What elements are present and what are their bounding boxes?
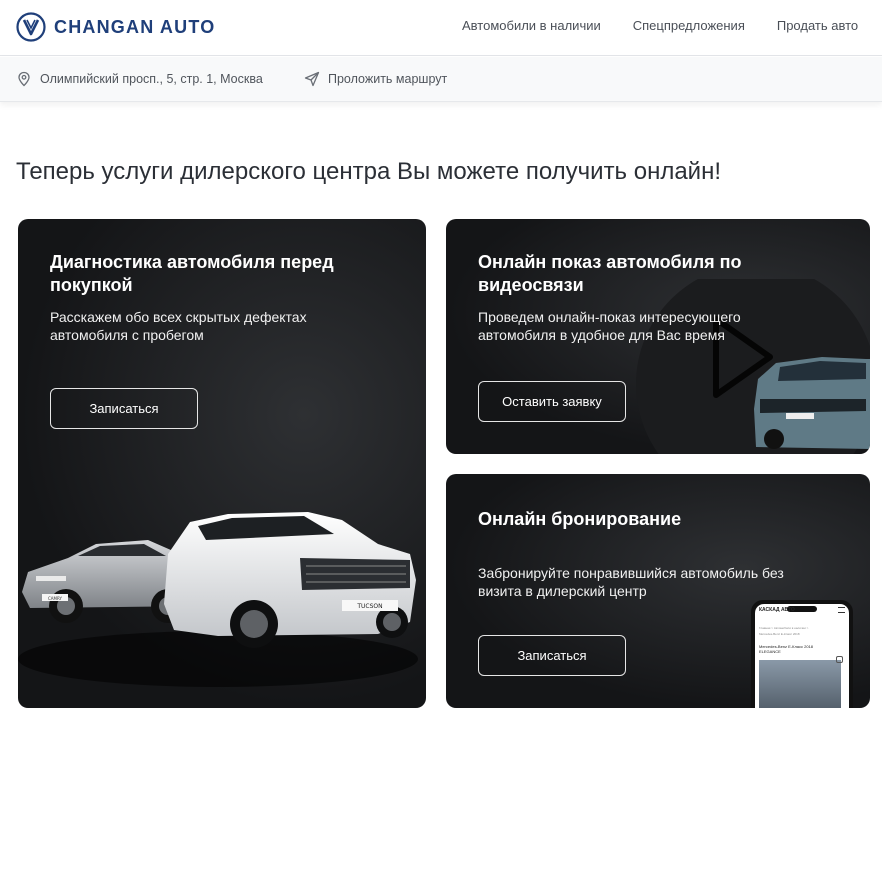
- video-decor: [636, 279, 870, 454]
- site-header: CHANGAN AUTO Автомобили в наличии Спецпр…: [0, 0, 882, 56]
- phone-brand: КАСКАД АВТО: [759, 607, 795, 613]
- signup-button[interactable]: Записаться: [50, 388, 198, 429]
- card-title: Онлайн бронирование: [478, 509, 682, 529]
- play-icon: [836, 656, 843, 663]
- phone-car-photo: [759, 660, 841, 708]
- route-link[interactable]: Проложить маршрут: [304, 71, 447, 87]
- card-online-booking: Онлайн бронирование Забронируйте понрави…: [446, 474, 870, 708]
- location-pin-icon: [18, 71, 30, 87]
- changan-emblem-icon: [16, 12, 46, 42]
- phone-breadcrumb: Главная > Автомобили в наличии >: [759, 626, 809, 630]
- phone-mockup: КАСКАД АВТО Главная > Автомобили в налич…: [751, 600, 853, 708]
- card-video-showcase: Онлайн показ автомобиля по видеосвязи Пр…: [446, 219, 870, 454]
- nav-item-sell-car[interactable]: Продать авто: [777, 18, 858, 33]
- send-arrow-icon: [304, 71, 320, 87]
- route-label: Проложить маршрут: [328, 72, 448, 86]
- card-description: Забронируйте понравившийся автомобиль бе…: [478, 565, 784, 599]
- nav-item-cars-in-stock[interactable]: Автомобили в наличии: [462, 18, 601, 33]
- submit-request-button[interactable]: Оставить заявку: [478, 381, 626, 422]
- location-bar: Олимпийский просп., 5, стр. 1, Москва Пр…: [0, 57, 882, 102]
- page-title: Теперь услуги дилерского центра Вы может…: [16, 158, 722, 185]
- phone-subline: Mercedes-Benz E-Класс 2018: [759, 632, 800, 636]
- brand-logo[interactable]: CHANGAN AUTO: [16, 12, 215, 42]
- nav-item-special-offers[interactable]: Спецпредложения: [633, 18, 745, 33]
- dealer-address: Олимпийский просп., 5, стр. 1, Москва: [16, 71, 263, 87]
- card-diagnostics: Диагностика автомобиля перед покупкой Ра…: [18, 219, 426, 708]
- sedan-plate: CAMRY: [48, 596, 63, 601]
- address-text: Олимпийский просп., 5, стр. 1, Москва: [40, 72, 263, 86]
- brand-name: CHANGAN AUTO: [54, 16, 216, 37]
- card-description: Расскажем обо всех скрытых дефектах авто…: [50, 309, 307, 343]
- signup-button[interactable]: Записаться: [478, 635, 626, 676]
- card-description: Проведем онлайн-показ интересующего авто…: [478, 309, 741, 343]
- suv-plate: TUCSON: [356, 603, 382, 610]
- main-nav: Автомобили в наличии Спецпредложения Про…: [462, 18, 882, 33]
- phone-listing-title: Mercedes-Benz E-Класс 2018 ELEGANCE: [759, 644, 814, 654]
- card-title: Онлайн показ автомобиля по видеосвязи: [478, 252, 742, 295]
- card-title: Диагностика автомобиля перед покупкой: [50, 252, 334, 295]
- phone-screen: КАСКАД АВТО Главная > Автомобили в налич…: [755, 604, 849, 708]
- menu-icon: [838, 607, 845, 613]
- cars-image: CAMRY TUCSON: [18, 512, 418, 687]
